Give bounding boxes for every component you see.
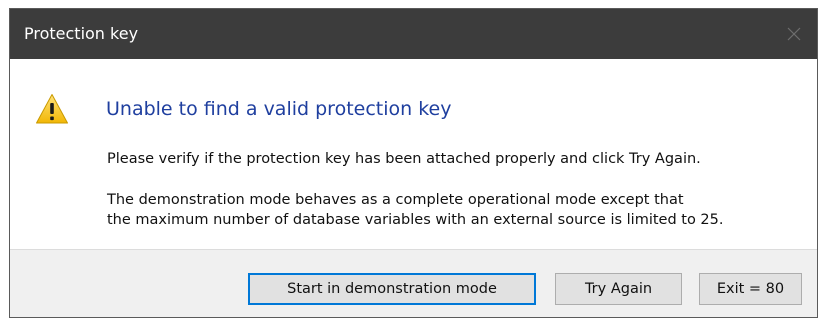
button-bar: Start in demonstration mode Try Again Ex… — [10, 249, 817, 317]
try-again-button[interactable]: Try Again — [555, 273, 682, 305]
instruction-text: Please verify if the protection key has … — [107, 151, 701, 167]
title-bar[interactable]: Protection key — [10, 9, 817, 59]
warning-icon — [36, 94, 68, 124]
start-demo-mode-button[interactable]: Start in demonstration mode — [248, 273, 536, 305]
protection-key-dialog: Protection key Unable to find a valid pr… — [9, 8, 818, 318]
close-button[interactable] — [771, 9, 817, 59]
demo-mode-text-line-1: The demonstration mode behaves as a comp… — [107, 192, 684, 208]
message-area: Unable to find a valid protection key Pl… — [10, 59, 817, 249]
window-title: Protection key — [24, 24, 139, 43]
demo-mode-text-line-2: the maximum number of database variables… — [107, 212, 724, 228]
exit-button[interactable]: Exit = 80 — [699, 273, 802, 305]
close-icon — [787, 27, 801, 41]
error-headline: Unable to find a valid protection key — [106, 98, 452, 120]
